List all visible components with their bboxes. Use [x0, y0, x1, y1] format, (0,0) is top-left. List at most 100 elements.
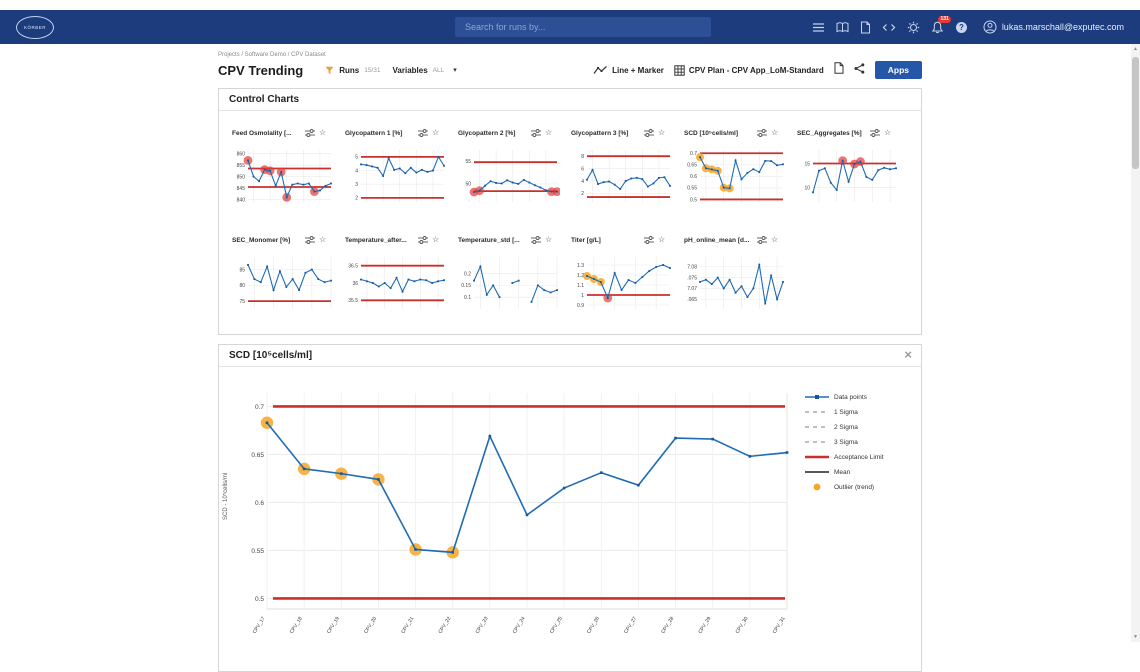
- cpv-trending-app: { "icons": { "star": "☆", "caret_down": …: [0, 0, 1140, 642]
- notifications-bell[interactable]: 131: [931, 21, 944, 34]
- line-marker-toggle[interactable]: Line + Marker: [593, 65, 664, 75]
- mini-chart-canvas[interactable]: 1.31.21.110.9: [571, 251, 673, 313]
- legend-item[interactable]: 1 Sigma: [805, 408, 907, 416]
- svg-text:CPV_17: CPV_17: [252, 616, 267, 635]
- favorite-star-icon[interactable]: ☆: [319, 129, 326, 137]
- file-icon[interactable]: [860, 21, 871, 34]
- apps-button[interactable]: Apps: [875, 61, 922, 79]
- chevron-down-icon[interactable]: ▾: [453, 66, 457, 74]
- chart-settings-sliders-icon[interactable]: [757, 231, 767, 249]
- chart-settings-sliders-icon[interactable]: [305, 124, 315, 142]
- mini-control-chart[interactable]: Temperature_after... ☆ 36.53635.5: [345, 231, 447, 318]
- mini-chart-title: SEC_Monomer [%]: [232, 237, 302, 244]
- detail-chart-canvas[interactable]: 0.70.650.60.550.5CPV_17CPV_18CPV_19CPV_2…: [237, 381, 793, 665]
- svg-text:0.9: 0.9: [577, 303, 584, 309]
- svg-text:8: 8: [581, 154, 584, 160]
- runs-filter[interactable]: Runs 15/31: [325, 66, 380, 75]
- scrollbar-thumb[interactable]: [1132, 57, 1139, 169]
- favorite-star-icon[interactable]: ☆: [545, 129, 552, 137]
- report-button[interactable]: [834, 61, 844, 79]
- mini-control-chart[interactable]: pH_online_mean [d... ☆ 7.08.0757.07.065: [684, 231, 786, 318]
- svg-text:CPV_20: CPV_20: [363, 616, 378, 635]
- runs-count: 15/31: [364, 67, 380, 74]
- favorite-star-icon[interactable]: ☆: [432, 236, 439, 244]
- svg-text:CPV_23: CPV_23: [475, 616, 490, 635]
- legend-item[interactable]: Mean: [805, 468, 907, 476]
- mini-control-chart[interactable]: Titer [g/L] ☆ 1.31.21.110.9: [571, 231, 673, 318]
- mini-chart-canvas[interactable]: 5432: [345, 144, 447, 206]
- mini-control-chart[interactable]: SEC_Aggregates [%] ☆ 1510: [797, 124, 899, 211]
- chart-settings-sliders-icon[interactable]: [644, 124, 654, 142]
- mini-chart-canvas[interactable]: 7.08.0757.07.065: [684, 251, 786, 313]
- chart-settings-sliders-icon[interactable]: [531, 231, 541, 249]
- legend-item[interactable]: Outlier (trend): [805, 483, 907, 491]
- chart-settings-sliders-icon[interactable]: [757, 124, 767, 142]
- koerber-logo[interactable]: KÖRBER: [16, 16, 54, 39]
- mini-chart-canvas[interactable]: 860855850845840: [232, 144, 334, 206]
- mini-chart-canvas[interactable]: 0.70.650.60.550.5: [684, 144, 786, 206]
- mini-control-chart[interactable]: Glycopattern 1 [%] ☆ 5432: [345, 124, 447, 211]
- mini-chart-canvas[interactable]: 858075: [232, 251, 334, 313]
- mini-chart-canvas[interactable]: 5550: [458, 144, 560, 206]
- breadcrumb[interactable]: Projects / Software Demo / CPV Dataset: [218, 52, 922, 58]
- page-title: CPV Trending: [218, 63, 303, 78]
- legend-label: Outlier (trend): [834, 484, 874, 491]
- mini-chart-canvas[interactable]: 8642: [571, 144, 673, 206]
- legend-sample-dashed: [805, 438, 829, 446]
- share-icon: [854, 63, 865, 74]
- legend-item[interactable]: 2 Sigma: [805, 423, 907, 431]
- favorite-star-icon[interactable]: ☆: [319, 236, 326, 244]
- favorite-star-icon[interactable]: ☆: [658, 129, 665, 137]
- search-input[interactable]: [463, 21, 703, 33]
- mini-chart-canvas[interactable]: 0.20.150.1: [458, 251, 560, 313]
- mini-control-chart[interactable]: SCD [10⁵cells/ml] ☆ 0.70.650.60.550.5: [684, 124, 786, 211]
- favorite-star-icon[interactable]: ☆: [432, 129, 439, 137]
- svg-text:0.15: 0.15: [461, 283, 471, 289]
- code-icon[interactable]: [882, 21, 896, 34]
- mini-control-chart[interactable]: Feed Osmolality [... ☆ 860855850845840: [232, 124, 334, 211]
- mini-control-chart[interactable]: Glycopattern 3 [%] ☆ 8642: [571, 124, 673, 211]
- close-icon[interactable]: ×: [904, 347, 912, 362]
- legend-item[interactable]: 3 Sigma: [805, 438, 907, 446]
- svg-text:0.1: 0.1: [464, 295, 471, 301]
- variables-value: ALL: [433, 67, 445, 74]
- legend-label: Acceptance Limit: [834, 454, 884, 461]
- chart-settings-sliders-icon[interactable]: [531, 124, 541, 142]
- vertical-scrollbar[interactable]: ▲ ▼: [1131, 44, 1140, 642]
- menu-icon[interactable]: [812, 21, 825, 34]
- share-button[interactable]: [854, 61, 865, 79]
- favorite-star-icon[interactable]: ☆: [545, 236, 552, 244]
- help-icon[interactable]: ?: [955, 21, 968, 34]
- mini-control-chart[interactable]: SEC_Monomer [%] ☆ 858075: [232, 231, 334, 318]
- scroll-down-arrow[interactable]: ▼: [1131, 634, 1140, 640]
- legend-item[interactable]: Acceptance Limit: [805, 453, 907, 461]
- chart-settings-sliders-icon[interactable]: [418, 231, 428, 249]
- favorite-star-icon[interactable]: ☆: [771, 129, 778, 137]
- chart-settings-sliders-icon[interactable]: [418, 124, 428, 142]
- mini-control-chart[interactable]: Temperature_std [... ☆ 0.20.150.1: [458, 231, 560, 318]
- favorite-star-icon[interactable]: ☆: [884, 129, 891, 137]
- chart-settings-sliders-icon[interactable]: [644, 231, 654, 249]
- mini-control-chart[interactable]: Glycopattern 2 [%] ☆ 5550: [458, 124, 560, 211]
- mini-chart-canvas[interactable]: 36.53635.5: [345, 251, 447, 313]
- scroll-up-arrow[interactable]: ▲: [1131, 46, 1140, 52]
- legend-sample-dashed: [805, 408, 829, 416]
- svg-text:0.7: 0.7: [255, 404, 264, 411]
- cpv-plan-selector[interactable]: CPV Plan - CPV App_LoM-Standard: [674, 65, 824, 76]
- svg-text:2: 2: [355, 196, 358, 202]
- mini-chart-canvas[interactable]: 1510: [797, 144, 899, 206]
- book-icon[interactable]: [836, 21, 849, 34]
- legend-item[interactable]: Data points: [805, 393, 907, 401]
- legend-label: Mean: [834, 469, 850, 476]
- chart-settings-sliders-icon[interactable]: [305, 231, 315, 249]
- gear-icon[interactable]: [907, 21, 920, 34]
- svg-text:CPV_27: CPV_27: [623, 616, 638, 635]
- favorite-star-icon[interactable]: ☆: [658, 236, 665, 244]
- chart-settings-sliders-icon[interactable]: [870, 124, 880, 142]
- cpv-plan-label: CPV Plan - CPV App_LoM-Standard: [689, 66, 824, 75]
- mini-chart-header: pH_online_mean [d... ☆: [684, 231, 786, 249]
- favorite-star-icon[interactable]: ☆: [771, 236, 778, 244]
- svg-text:CPV_31: CPV_31: [772, 616, 787, 635]
- variables-filter[interactable]: Variables ALL ▾: [393, 66, 457, 75]
- user-account[interactable]: lukas.marschall@exputec.com: [983, 20, 1124, 34]
